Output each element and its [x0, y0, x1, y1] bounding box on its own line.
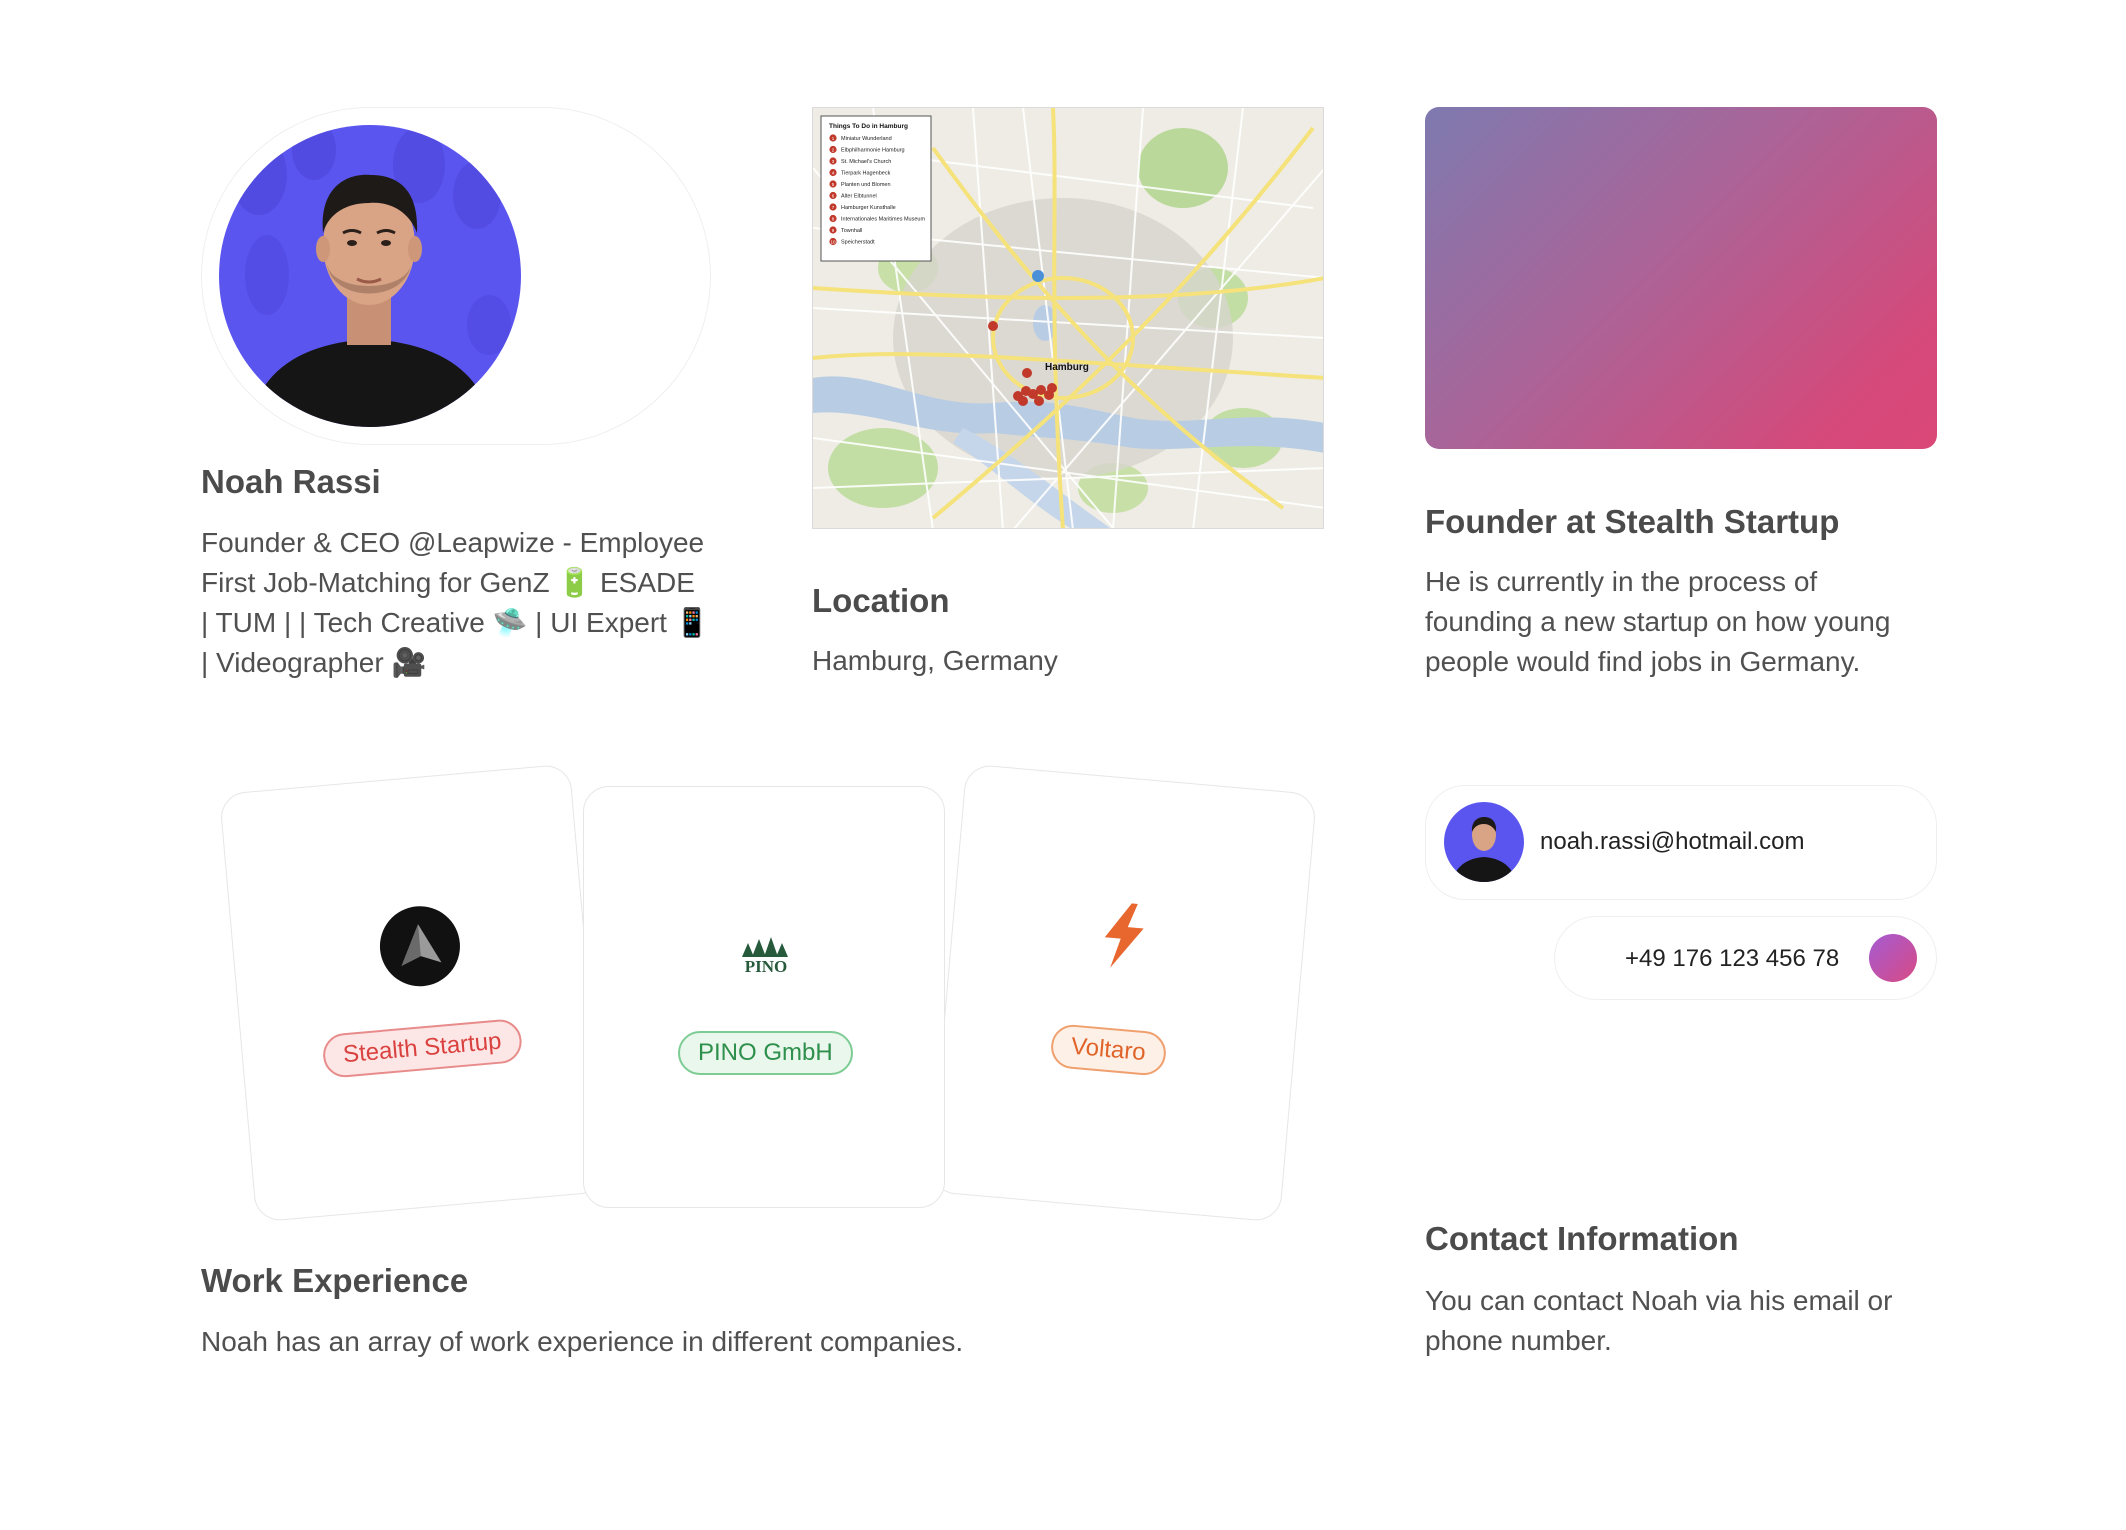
- bio-line: | Videographer 🎥: [201, 647, 427, 678]
- work-description: Noah has an array of work experience in …: [201, 1326, 964, 1357]
- founder-title: Founder at Stealth Startup: [1425, 503, 1840, 540]
- work-title: Work Experience: [201, 1262, 469, 1299]
- company-card-pino[interactable]: PINO PINO GmbH: [583, 786, 945, 1208]
- contact-description-line: You can contact Noah via his email or: [1425, 1285, 1893, 1316]
- bio-line: | TUM | | Tech Creative 🛸 | UI Expert 📱: [201, 607, 710, 638]
- hamburg-map[interactable]: Things To Do in Hamburg 1 Miniatur Wunder…: [812, 107, 1324, 529]
- location-value: Hamburg, Germany: [812, 645, 1058, 676]
- phone-gradient-dot: [1869, 934, 1917, 982]
- company-card-voltaro[interactable]: Voltaro: [928, 763, 1318, 1223]
- pino-logo-icon: PINO: [732, 935, 798, 979]
- map-legend-number: 10: [830, 239, 836, 244]
- phone-contact[interactable]: +49 176 123 456 78: [1554, 916, 1937, 1000]
- map-legend-item: Townhall: [841, 228, 862, 234]
- profile-bio: Founder & CEO @Leapwize - Employee First…: [201, 523, 721, 683]
- phone-text[interactable]: +49 176 123 456 78: [1625, 945, 1839, 973]
- contact-title: Contact Information: [1425, 1220, 1739, 1257]
- company-label-pino: PINO GmbH: [678, 1031, 853, 1075]
- founder-description: He is currently in the process of foundi…: [1425, 562, 1945, 682]
- stealth-logo-icon: [376, 902, 464, 990]
- map-legend-item: Speicherstadt: [841, 240, 875, 246]
- founder-description-line: founding a new startup on how young: [1425, 606, 1891, 637]
- company-label-voltaro: Voltaro: [1049, 1023, 1168, 1077]
- map-legend-item: Miniatur Wunderland: [841, 136, 892, 142]
- founder-description-line: He is currently in the process of: [1425, 566, 1818, 597]
- location-title: Location: [812, 582, 950, 619]
- pino-logo-text: PINO: [744, 957, 788, 976]
- map-legend-item: Tierpark Hagenbeck: [841, 171, 891, 177]
- company-label-stealth: Stealth Startup: [321, 1017, 524, 1079]
- contact-description-line: phone number.: [1425, 1325, 1612, 1356]
- founder-description-line: people would find jobs in Germany.: [1425, 646, 1861, 677]
- email-text[interactable]: noah.rassi@hotmail.com: [1540, 828, 1804, 856]
- map-legend-item: St. Michael's Church: [841, 159, 891, 165]
- contact-description: You can contact Noah via his email or ph…: [1425, 1281, 1945, 1361]
- profile-name: Noah Rassi: [201, 463, 381, 500]
- gradient-banner: [1425, 107, 1937, 449]
- bio-line: Founder & CEO @Leapwize - Employee: [201, 527, 705, 558]
- company-card-stealth[interactable]: Stealth Startup: [218, 763, 608, 1223]
- map-legend-item: Planten und Blomen: [841, 182, 891, 188]
- avatar: [1444, 802, 1524, 882]
- map-legend-title: Things To Do in Hamburg: [829, 123, 908, 130]
- bio-line: First Job-Matching for GenZ 🔋 ESADE: [201, 567, 695, 598]
- map-legend-item: Hamburger Kunsthalle: [841, 205, 896, 211]
- lightning-bolt-icon: [1092, 898, 1158, 973]
- email-contact[interactable]: noah.rassi@hotmail.com: [1425, 785, 1937, 900]
- map-legend-item: Elbphilharmonie Hamburg: [841, 148, 905, 154]
- map-legend-item: Alter Elbtunnel: [841, 194, 877, 200]
- profile-avatar: [219, 125, 521, 427]
- map-city-label: Hamburg: [1045, 362, 1089, 373]
- map-legend-item: Internationales Maritimes Museum: [841, 217, 925, 223]
